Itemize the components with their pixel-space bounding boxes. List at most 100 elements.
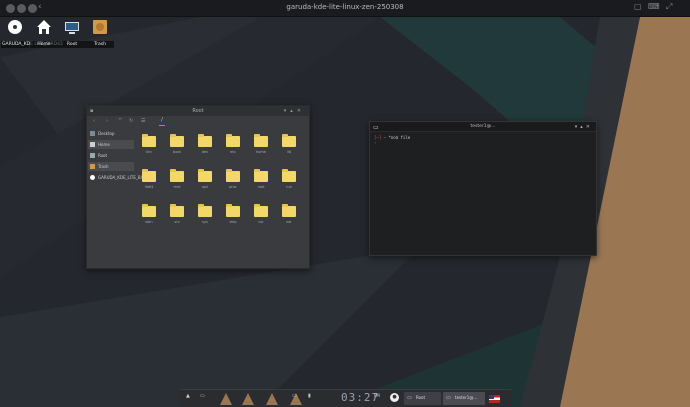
folder-name: lib64 <box>144 185 154 189</box>
sidebar-item-label: Desktop <box>98 131 115 136</box>
show-desktop-icon[interactable]: ▭ <box>200 393 205 399</box>
desktop-icon <box>90 131 95 136</box>
desktop-icon-root[interactable]: Root <box>58 19 86 48</box>
folder-item[interactable]: sbin <box>139 204 159 224</box>
folder-name: root <box>257 185 265 189</box>
folder-item[interactable]: home <box>251 134 271 154</box>
folder-name: proc <box>229 185 237 189</box>
folder-item[interactable]: var <box>279 204 299 224</box>
folder-item[interactable]: etc <box>223 134 243 154</box>
task-label: Root <box>416 395 426 400</box>
folder-item[interactable]: proc <box>223 169 243 189</box>
terminal-icon: ▭ <box>446 395 451 401</box>
folder-name: opt <box>202 185 208 189</box>
folder-item[interactable]: dev <box>195 134 215 154</box>
folder-name: dev <box>201 150 209 154</box>
folder-item[interactable]: tmp <box>223 204 243 224</box>
terminal-icon: ▭ <box>373 124 379 131</box>
terminal-window[interactable]: ▭ tester1@... ▾▴✕ [~] ~ *no$ file › <box>369 121 597 256</box>
task-terminal[interactable]: ▭ tester1@... <box>443 392 485 405</box>
folder-item[interactable]: srv <box>167 204 187 224</box>
drive-icon <box>90 153 95 158</box>
forward-arrow-icon[interactable]: › <box>106 118 108 124</box>
folder-icon <box>170 204 184 217</box>
folder-item[interactable]: root <box>251 169 271 189</box>
sidebar-item-label: Root <box>98 153 108 158</box>
terminal-cursor-line[interactable]: › <box>374 140 376 145</box>
view-mode-icon[interactable]: ☰ <box>141 118 145 124</box>
folder-name: sbin <box>145 220 153 224</box>
folder-name: sys <box>202 220 208 224</box>
sidebar-item-garuda-disc[interactable]: GARUDA_KDE_LITE_BIRD43 <box>88 173 153 182</box>
folder-item[interactable]: lib64 <box>139 169 159 189</box>
terminal-titlebar[interactable]: ▭ tester1@... ▾▴✕ <box>370 122 596 132</box>
folder-icon <box>282 134 296 147</box>
desktop-icon-label: GARUDA_KDE LITE_BIRD43 <box>1 41 63 48</box>
keyboard-icon[interactable]: ⌨ <box>648 2 660 11</box>
back-arrow-icon[interactable]: ‹ <box>93 118 95 124</box>
sidebar-item-root[interactable]: Root <box>88 151 134 160</box>
folder-icon <box>282 204 296 217</box>
window-menu-icon[interactable]: ▪ <box>90 106 93 116</box>
file-manager-sidebar: Desktop Home Root Trash GARUDA_KDE_LITE_… <box>87 128 153 270</box>
sidebar-item-label: Home <box>98 142 110 147</box>
folder-item[interactable]: boot <box>167 134 187 154</box>
fullscreen-icon[interactable]: ⤢ <box>666 2 672 12</box>
folder-icon <box>254 204 268 217</box>
garuda-menu-icon[interactable]: ● <box>390 393 399 402</box>
folder-icon <box>282 169 296 182</box>
terminal-title: tester1@... <box>470 124 496 129</box>
folder-item[interactable]: usr <box>251 204 271 224</box>
folder-name: run <box>286 185 292 189</box>
breadcrumb-root[interactable]: / <box>159 117 165 126</box>
desktop-icon-trash[interactable]: Trash <box>86 19 114 48</box>
host-titlebar: ‹ garuda-kde-lite-linux-zen-250308 ▢ ⌨ ⤢ <box>0 0 690 17</box>
launcher-icon[interactable]: ▲ <box>186 393 190 399</box>
desktop-icon-home[interactable]: Home <box>30 19 58 48</box>
folder-name: home <box>256 150 266 154</box>
share-icon[interactable]: ▢ <box>634 2 642 11</box>
folder-name: etc <box>230 150 236 154</box>
folder-icon <box>254 134 268 147</box>
folder-icon <box>198 134 212 147</box>
folder-item[interactable]: lib <box>279 134 299 154</box>
terminal-launcher-icon[interactable]: ▭ <box>292 393 297 399</box>
file-manager-titlebar[interactable]: ▪ Root ▾▴✕ <box>87 106 309 116</box>
folder-icon <box>254 169 268 182</box>
prompt-path: ~ <box>383 135 387 140</box>
home-icon <box>90 142 95 147</box>
terminal-prompt-line[interactable]: [~] ~ *no$ file <box>374 135 410 140</box>
folder-icon <box>198 204 212 217</box>
up-arrow-icon[interactable]: ^ <box>118 118 122 124</box>
trash-icon <box>93 20 107 34</box>
folder-item[interactable]: sys <box>195 204 215 224</box>
folder-item[interactable]: mnt <box>167 169 187 189</box>
folder-name: boot <box>173 150 181 154</box>
folder-icon <box>226 169 240 182</box>
taskbar: ▲ ▭ ▭ ▮ 03:27 PM ● ▭ Root ▭ tester1@... … <box>180 389 511 407</box>
sidebar-item-desktop[interactable]: Desktop <box>88 129 134 138</box>
reload-icon[interactable]: ↻ <box>129 118 133 124</box>
folder-name: tmp <box>229 220 237 224</box>
sidebar-item-trash[interactable]: Trash <box>88 162 134 171</box>
keyboard-layout-flag[interactable] <box>489 395 500 403</box>
device-icon[interactable]: ▮ <box>308 393 311 399</box>
folder-icon <box>142 169 156 182</box>
task-root[interactable]: ▭ Root <box>404 392 441 405</box>
disc-icon <box>90 175 95 180</box>
file-manager-toolbar: ‹ › ^ ↻ ☰ / <box>87 116 309 128</box>
folder-item[interactable]: opt <box>195 169 215 189</box>
window-controls[interactable]: ▾▴✕ <box>284 106 305 116</box>
desktop-icon-label: Home <box>30 41 58 48</box>
folder-icon <box>170 169 184 182</box>
sidebar-item-home[interactable]: Home <box>88 140 134 149</box>
folder-name: srv <box>174 220 180 224</box>
desktop-icon-garuda-disc[interactable]: GARUDA_KDE LITE_BIRD43 <box>1 19 63 48</box>
window-controls[interactable]: ▾▴✕ <box>575 122 593 132</box>
folder-item[interactable]: bin <box>139 134 159 154</box>
folder-item[interactable]: run <box>279 169 299 189</box>
disc-icon <box>8 20 22 34</box>
folder-name: usr <box>258 220 264 224</box>
host-window-title: garuda-kde-lite-linux-zen-250308 <box>286 3 404 11</box>
file-manager-window[interactable]: ▪ Root ▾▴✕ ‹ › ^ ↻ ☰ / Desktop Home Root… <box>86 105 310 269</box>
